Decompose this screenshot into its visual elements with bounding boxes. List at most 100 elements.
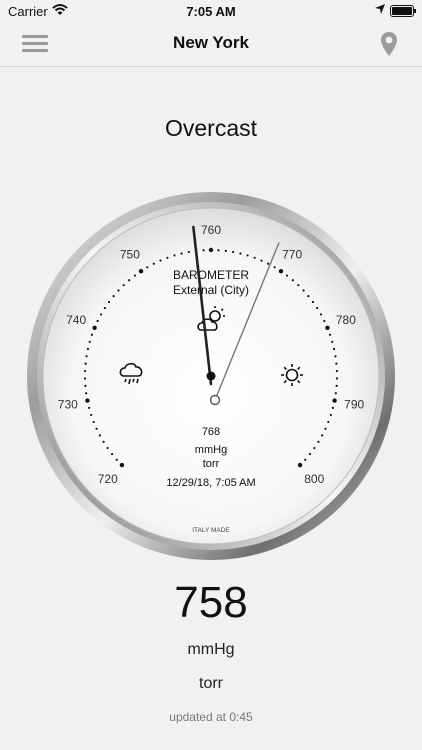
reading-unit-torr: torr <box>199 675 223 692</box>
status-bar: Carrier 7:05 AM <box>0 0 422 22</box>
needle-hub <box>206 371 216 381</box>
scale-tick <box>122 284 125 287</box>
scale-tick <box>253 256 256 259</box>
scale-tick <box>332 347 336 351</box>
scale-tick <box>117 289 120 292</box>
scale-tick <box>84 362 87 365</box>
scale-label: 780 <box>336 313 356 327</box>
scale-tick <box>232 250 235 254</box>
scale-tick <box>99 313 103 316</box>
scale-tick <box>307 294 310 298</box>
scale-tick <box>92 420 95 424</box>
gauge-timestamp: 12/29/18, 7:05 AM <box>166 477 255 489</box>
scale-tick <box>311 300 315 304</box>
barometer-gauge: 720 730 740 750 760 770 780 790 800 BAROMETER Ex… <box>27 192 395 560</box>
scale-tick <box>334 355 337 358</box>
scale-tick <box>85 355 88 358</box>
reading-unit-mmhg: mmHg <box>187 641 235 658</box>
scale-tick <box>328 333 332 336</box>
scale-tick <box>128 279 131 282</box>
scale-label: 790 <box>344 397 364 411</box>
page-title: New York <box>173 33 249 52</box>
gauge-maker-label[interactable]: ITALY MADE <box>192 527 230 534</box>
scale-tick <box>83 369 87 373</box>
status-time: 7:05 AM <box>186 4 236 19</box>
scale-tick <box>88 340 91 343</box>
scale-tick <box>180 252 183 255</box>
scale-tick <box>217 249 220 252</box>
scale-label: 770 <box>282 248 302 262</box>
scale-tick <box>173 254 176 257</box>
scale-tick <box>304 458 307 461</box>
scale-tick <box>308 452 312 456</box>
scale-tick <box>84 384 87 387</box>
scale-tick <box>260 259 263 262</box>
scale-tick <box>208 247 214 253</box>
scale-label: 760 <box>201 223 221 237</box>
scale-tick <box>115 458 118 461</box>
scale-tick <box>278 269 284 274</box>
scale-label: 750 <box>120 248 140 262</box>
scale-tick <box>297 462 303 468</box>
scale-tick <box>239 252 242 255</box>
gauge-title: BAROMETER <box>173 268 249 282</box>
scale-tick <box>285 274 289 277</box>
scale-tick <box>85 392 88 395</box>
nav-bar: New York <box>0 22 422 67</box>
scale-tick <box>98 434 101 437</box>
scale-tick <box>319 313 323 316</box>
scale-tick <box>90 413 93 417</box>
scale-tick <box>324 427 327 430</box>
map-pin-icon[interactable] <box>380 31 398 57</box>
scale-tick <box>87 406 91 409</box>
scale-tick <box>119 462 125 468</box>
scale-tick <box>302 289 305 292</box>
gauge-unit-mmhg: mmHg <box>195 444 227 456</box>
scale-tick <box>95 427 98 430</box>
scale-tick <box>96 319 99 323</box>
scale-tick <box>317 440 320 443</box>
scale-tick <box>152 262 155 265</box>
scale-tick <box>246 254 249 257</box>
location-arrow-icon <box>375 4 385 14</box>
scale-tick <box>334 392 337 395</box>
gauge-unit-torr: torr <box>203 458 220 470</box>
updated-time: updated at 0:45 <box>169 710 253 724</box>
scale-tick <box>331 340 334 343</box>
weather-condition: Overcast <box>164 115 258 141</box>
scale-tick <box>224 249 227 252</box>
scale-tick <box>335 362 338 365</box>
scale-tick <box>103 306 106 310</box>
scale-tick <box>329 413 332 417</box>
scale-tick <box>146 266 149 269</box>
scale-tick <box>327 420 330 424</box>
battery-icon <box>390 5 416 17</box>
scale-tick <box>331 406 335 409</box>
scale-tick <box>332 398 337 403</box>
scale-tick <box>335 384 338 387</box>
scale-tick <box>297 284 300 287</box>
scale-tick <box>313 446 316 450</box>
gauge-subtitle: External (City) <box>173 283 249 297</box>
scale-tick <box>83 377 87 380</box>
scale-tick <box>107 300 111 304</box>
scale-tick <box>321 434 324 437</box>
scale-tick <box>187 250 190 254</box>
gauge-reference-value: 768 <box>202 426 220 438</box>
scale-tick <box>102 440 105 443</box>
scale-tick <box>335 369 339 373</box>
reference-needle-knob[interactable] <box>209 394 221 406</box>
scale-tick <box>202 249 205 252</box>
scale-tick <box>335 377 339 380</box>
scale-tick <box>92 325 97 330</box>
scale-tick <box>106 446 109 450</box>
scale-label: 800 <box>304 472 324 486</box>
scale-tick <box>273 266 276 269</box>
scale-tick <box>90 333 94 336</box>
scale-tick <box>166 256 169 259</box>
scale-tick <box>133 274 137 277</box>
scale-tick <box>291 279 294 282</box>
scale-label: 740 <box>66 313 86 327</box>
scale-tick <box>325 325 330 330</box>
pressure-reading: 758 <box>174 578 248 627</box>
